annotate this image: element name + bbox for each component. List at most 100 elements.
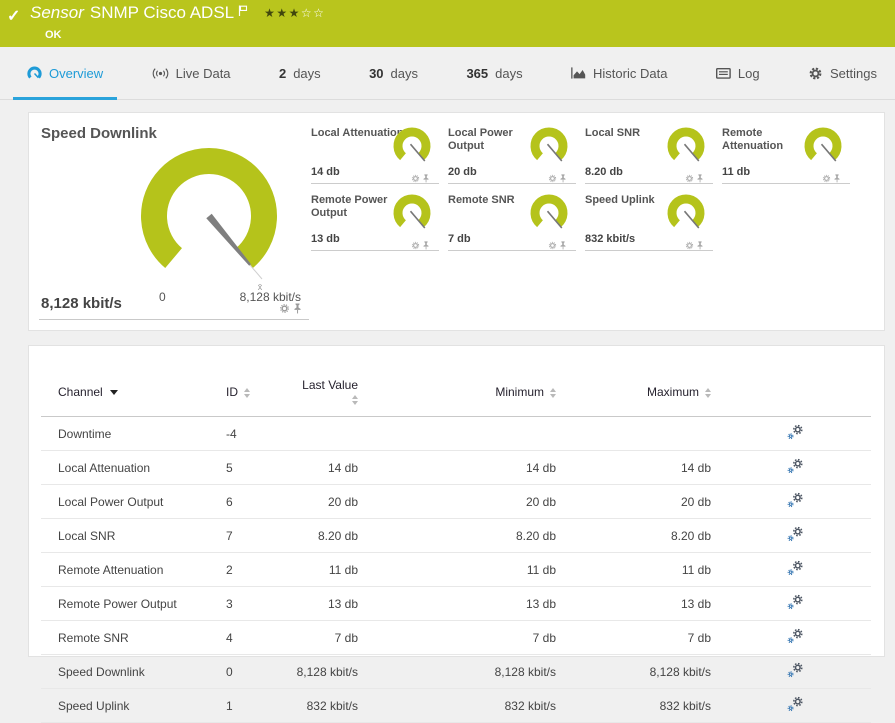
mini-gauge-dial [530, 194, 568, 229]
table-row: Remote Power Output 3 13 db 13 db 13 db [41, 586, 871, 621]
mini-gauge-local-attenuation: Local Attenuation 14 db [311, 125, 448, 192]
pin-icon[interactable] [696, 174, 704, 183]
pin-icon[interactable] [833, 174, 841, 183]
channels-panel: Channel ID Last Value Minimum Maximum Do… [28, 345, 885, 723]
channel-minimum: 832 kbit/s [366, 688, 564, 723]
tab-overview[interactable]: Overview [13, 47, 118, 100]
channel-settings-gears-icon[interactable] [787, 696, 804, 712]
column-header-actions [719, 372, 871, 417]
mini-gauge-value: 14 db [311, 166, 340, 178]
tab-365-days[interactable]: 365 days [452, 47, 536, 99]
status-badge: OK [45, 29, 62, 41]
sort-desc-icon [109, 390, 118, 396]
channel-maximum: 20 db [564, 484, 719, 519]
pin-icon[interactable] [559, 174, 567, 183]
gear-icon[interactable] [685, 241, 694, 250]
sort-icon [244, 387, 250, 398]
channel-minimum: 20 db [366, 484, 564, 519]
channel-settings-gears-icon[interactable] [787, 560, 804, 576]
pin-icon[interactable] [422, 174, 430, 183]
sort-icon [705, 387, 711, 398]
divider [311, 183, 439, 184]
mini-gauge-value: 13 db [311, 233, 340, 245]
channel-id: 0 [211, 654, 291, 689]
channel-name: Speed Downlink [41, 654, 211, 689]
gear-icon[interactable] [411, 174, 420, 183]
tab-live-data[interactable]: Live Data [138, 47, 245, 99]
table-row: Local Power Output 6 20 db 20 db 20 db [41, 484, 871, 519]
column-header-maximum[interactable]: Maximum [564, 372, 719, 417]
gear-icon[interactable] [279, 303, 290, 314]
channel-settings-gears-icon[interactable] [787, 594, 804, 610]
mini-gauge-remote-power-output: Remote Power Output 13 db [311, 192, 448, 259]
column-header-minimum[interactable]: Minimum [366, 372, 564, 417]
channel-minimum: 8,128 kbit/s [366, 654, 564, 689]
channel-maximum: 11 db [564, 552, 719, 587]
tab-label: Historic Data [593, 65, 668, 81]
tab-historic-data[interactable]: Historic Data [557, 47, 681, 99]
divider [722, 183, 850, 184]
table-row: Speed Downlink 0 8,128 kbit/s 8,128 kbit… [41, 654, 871, 689]
priority-stars-empty: ☆☆ [300, 6, 326, 20]
tab-number: 30 [369, 65, 384, 81]
column-header-last-value[interactable]: Last Value [291, 372, 366, 417]
channel-maximum: 832 kbit/s [564, 688, 719, 723]
channel-id: 2 [211, 552, 291, 587]
mini-gauge-value: 11 db [722, 166, 751, 178]
tab-label: Settings [830, 65, 877, 81]
channel-last-value: 832 kbit/s [291, 688, 366, 723]
gear-icon[interactable] [548, 174, 557, 183]
tab-label: Overview [49, 65, 104, 81]
table-row: Local Attenuation 5 14 db 14 db 14 db [41, 450, 871, 485]
gear-icon[interactable] [411, 241, 420, 250]
table-row: Remote SNR 4 7 db 7 db 7 db [41, 620, 871, 655]
sensor-title: SNMP Cisco ADSL [89, 3, 235, 22]
speed-downlink-gauge: x̄ [141, 148, 277, 292]
tab-30-days[interactable]: 30 days [355, 47, 432, 99]
gear-icon[interactable] [685, 174, 694, 183]
tab-2-days[interactable]: 2 days [265, 47, 335, 99]
pin-icon[interactable] [559, 241, 567, 250]
pin-icon[interactable] [422, 241, 430, 250]
pin-icon[interactable] [696, 241, 704, 250]
mini-gauge-empty-slot [722, 192, 859, 259]
channel-id: 1 [211, 688, 291, 723]
tab-log[interactable]: Log [702, 47, 774, 99]
channel-minimum: 8.20 db [366, 518, 564, 553]
channel-name: Remote SNR [41, 620, 211, 655]
gauge-scale-min: 0 [159, 290, 166, 304]
channel-settings-gears-icon[interactable] [787, 424, 804, 440]
channel-settings-gears-icon[interactable] [787, 458, 804, 474]
channels-table: Channel ID Last Value Minimum Maximum Do… [41, 372, 871, 723]
channel-last-value: 8,128 kbit/s [291, 654, 366, 689]
flag-icon[interactable] [238, 4, 248, 22]
table-row: Downtime -4 [41, 416, 871, 451]
channel-name: Local SNR [41, 518, 211, 553]
channel-last-value: 20 db [291, 484, 366, 519]
channel-settings-gears-icon[interactable] [787, 662, 804, 678]
gauge-scale-max: 8,128 kbit/s [239, 290, 301, 304]
settings-gear-icon [809, 67, 822, 79]
divider [448, 250, 576, 251]
divider [448, 183, 576, 184]
channel-id: 7 [211, 518, 291, 553]
channel-minimum: 7 db [366, 620, 564, 655]
channel-settings-gears-icon[interactable] [787, 526, 804, 542]
tab-label: days [495, 65, 523, 81]
column-header-id[interactable]: ID [211, 372, 291, 417]
gear-icon[interactable] [548, 241, 557, 250]
gear-icon[interactable] [822, 174, 831, 183]
mini-gauge-dial [667, 127, 705, 162]
column-header-channel[interactable]: Channel [41, 372, 211, 417]
historic-data-icon [571, 67, 586, 79]
pin-icon[interactable] [293, 303, 302, 314]
mini-gauge-dial [393, 194, 431, 229]
channel-last-value: 8.20 db [291, 518, 366, 553]
channel-maximum: 7 db [564, 620, 719, 655]
tab-settings[interactable]: Settings [794, 47, 891, 99]
priority-stars[interactable]: ★★★☆☆ [264, 6, 325, 20]
mini-gauge-dial [667, 194, 705, 229]
table-header-row: Channel ID Last Value Minimum Maximum [41, 372, 871, 417]
mini-gauges-grid: Local Attenuation 14 db Local Power Outp… [311, 125, 859, 259]
channel-settings-gears-icon[interactable] [787, 492, 804, 508]
